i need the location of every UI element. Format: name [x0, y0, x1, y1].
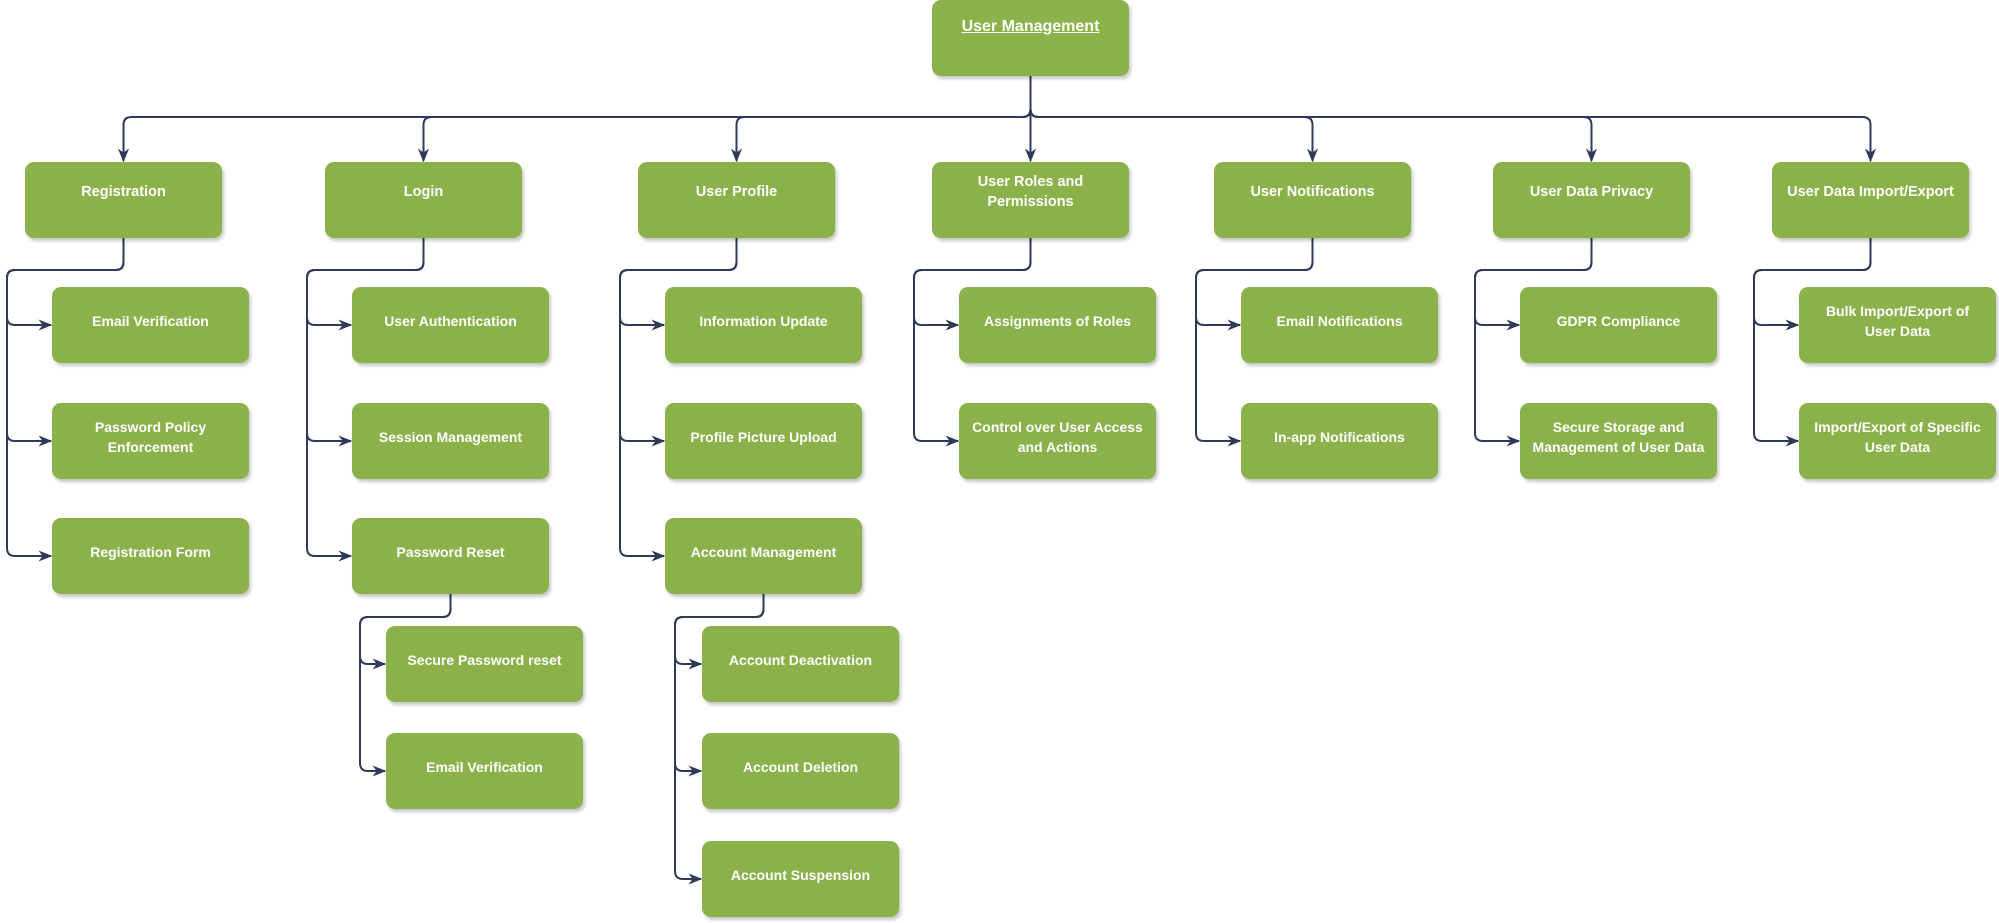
child-node-account-management[interactable]: Account Management [665, 518, 862, 594]
node-label: Email Notifications [1276, 313, 1403, 329]
diagram-canvas: Registration Email Verification Password P… [0, 0, 1999, 923]
grandchild-node-account-deletion[interactable]: Account Deletion [702, 733, 899, 809]
node-label: Bulk Import/Export of User Data [1825, 303, 1970, 339]
node-label: Account Deletion [742, 759, 859, 775]
node-label: Import/Export of Specific User Data [1814, 419, 1981, 455]
root-node-user-management[interactable]: User Management [932, 0, 1129, 76]
child-node-user-authentication[interactable]: User Authentication [352, 287, 549, 363]
child-node-import-export-of-specific-user-data[interactable]: Import/Export of Specific User Data [1799, 403, 1996, 479]
node-label: User Data Privacy [1529, 184, 1654, 200]
grandchild-node-account-deactivation[interactable]: Account Deactivation [702, 626, 899, 702]
node-label: Account Suspension [730, 867, 871, 883]
node-label: Profile Picture Upload [690, 429, 837, 445]
branch-node-user-notifications[interactable]: User Notifications [1214, 162, 1411, 238]
grandchild-node-account-suspension[interactable]: Account Suspension [702, 841, 899, 917]
grandchild-node-email-verification[interactable]: Email Verification [386, 733, 583, 809]
node-label: Assignments of Roles [983, 313, 1132, 329]
node-label: Login [403, 184, 444, 200]
child-node-password-reset[interactable]: Password Reset [352, 518, 549, 594]
node-label: Secure Password reset [407, 652, 562, 668]
connector-login-to-password-reset [306, 238, 425, 562]
node-label: User Profile [695, 184, 778, 200]
child-node-bulk-import-export-of-user-data[interactable]: Bulk Import/Export of User Data [1799, 287, 1996, 363]
node-label: Information Update [699, 313, 828, 329]
connector-root-to-user-profile [730, 76, 1032, 163]
node-label: User Management [961, 18, 1100, 35]
branch-node-login[interactable]: Login [325, 162, 522, 238]
connector-user-profile-to-account-management [619, 238, 738, 562]
connector-root-to-user-notifications [1029, 76, 1319, 163]
child-node-email-verification[interactable]: Email Verification [52, 287, 249, 363]
child-node-profile-picture-upload[interactable]: Profile Picture Upload [665, 403, 862, 479]
connector-registration-to-registration-form [6, 238, 125, 562]
node-label: Secure Storage and Management of User Da… [1532, 419, 1705, 455]
child-node-email-notifications[interactable]: Email Notifications [1241, 287, 1438, 363]
branch-node-registration[interactable]: Registration [25, 162, 222, 238]
node-label: Email Verification [92, 313, 209, 329]
child-node-in-app-notifications[interactable]: In-app Notifications [1241, 403, 1438, 479]
node-label: User Roles and Permissions [977, 174, 1084, 210]
child-node-secure-storage-and-management-of-user-data[interactable]: Secure Storage and Management of User Da… [1520, 403, 1717, 479]
node-label: GDPR Compliance [1556, 313, 1681, 329]
branch-node-user-roles-and-permissions[interactable]: User Roles and Permissions [932, 162, 1129, 238]
child-node-information-update[interactable]: Information Update [665, 287, 862, 363]
child-node-registration-form[interactable]: Registration Form [52, 518, 249, 594]
branch-node-user-data-import-export[interactable]: User Data Import/Export [1772, 162, 1969, 238]
child-node-assignments-of-roles[interactable]: Assignments of Roles [959, 287, 1156, 363]
branch-node-user-data-privacy[interactable]: User Data Privacy [1493, 162, 1690, 238]
node-label: Control over User Access and Actions [972, 419, 1143, 455]
connector-root-to-user-data-import-export [1029, 76, 1877, 163]
connector-root-to-login [417, 76, 1032, 163]
child-node-password-policy-enforcement[interactable]: Password Policy Enforcement [52, 403, 249, 479]
child-node-session-management[interactable]: Session Management [352, 403, 549, 479]
node-label: User Notifications [1250, 184, 1375, 200]
node-label: Registration [81, 184, 166, 200]
node-label: User Data Import/Export [1787, 184, 1954, 200]
grandchild-node-secure-password-reset[interactable]: Secure Password reset [386, 626, 583, 702]
node-label: Password Policy Enforcement [94, 419, 207, 455]
node-label: Account Deactivation [728, 652, 873, 668]
connector-root-to-registration [117, 76, 1032, 163]
node-label: Email Verification [426, 759, 543, 775]
child-node-gdpr-compliance[interactable]: GDPR Compliance [1520, 287, 1717, 363]
node-label: In-app Notifications [1274, 429, 1405, 445]
node-label: User Authentication [384, 313, 517, 329]
node-label: Registration Form [90, 544, 211, 560]
node-label: Password Reset [396, 544, 505, 560]
branch-node-user-profile[interactable]: User Profile [638, 162, 835, 238]
node-label: Session Management [378, 429, 523, 445]
node-label: Account Management [690, 544, 837, 560]
child-node-control-over-user-access-and-actions[interactable]: Control over User Access and Actions [959, 403, 1156, 479]
